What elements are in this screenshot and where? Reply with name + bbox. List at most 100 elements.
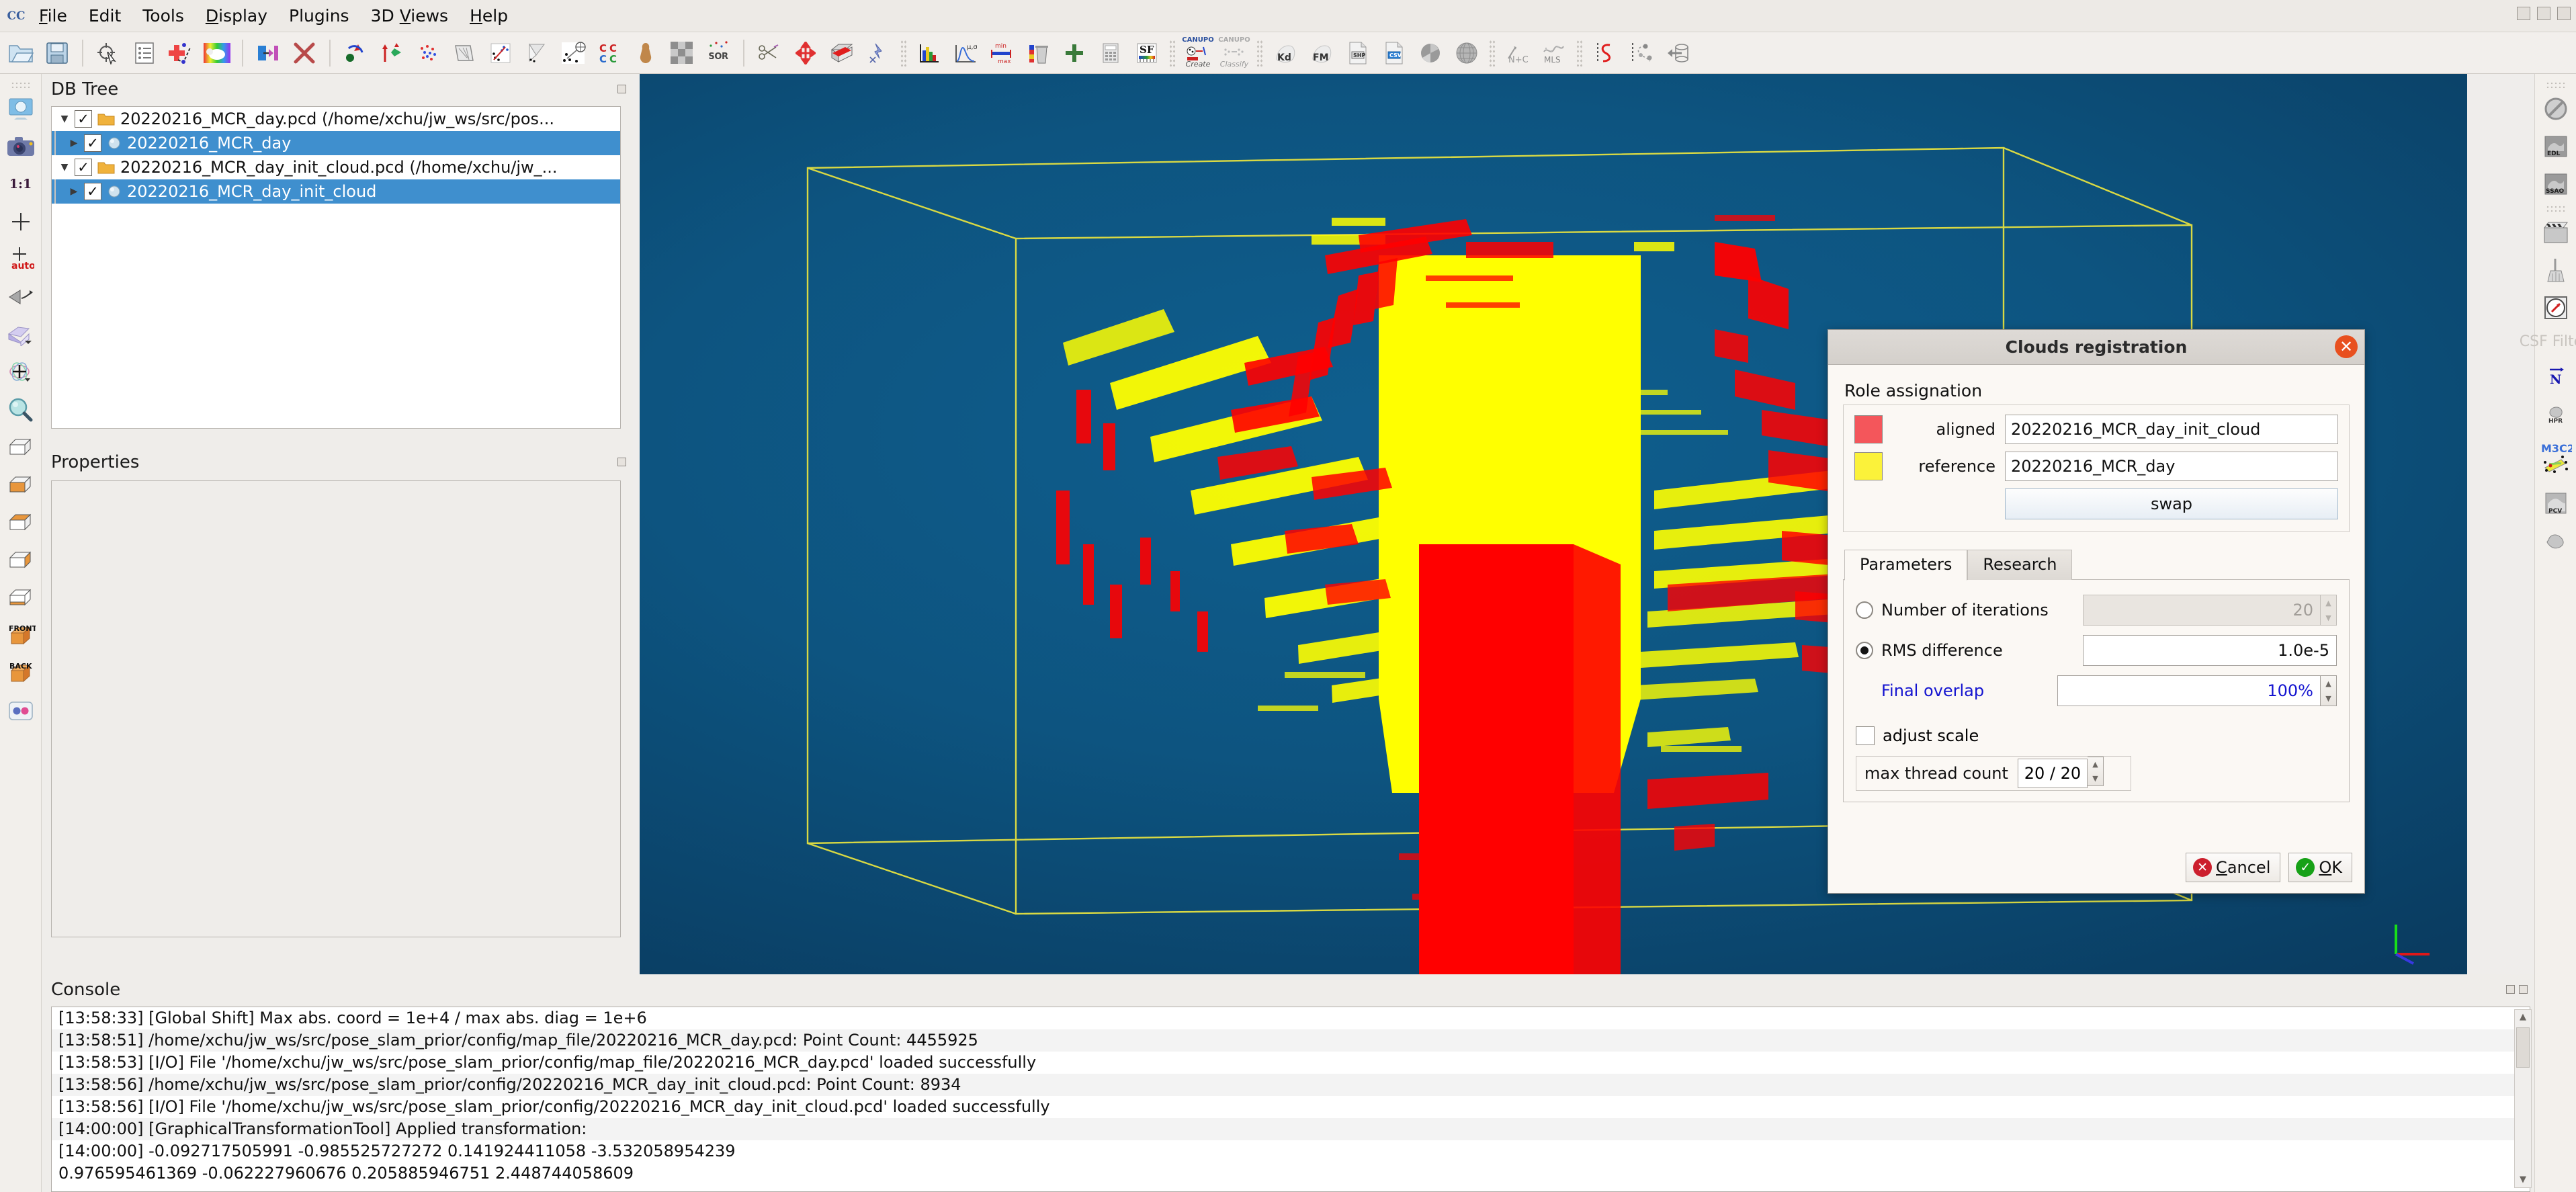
stereo-mode-icon[interactable] [3,692,38,730]
texture-icon[interactable] [665,36,699,70]
expand-arrow-icon[interactable]: ▼ [54,162,75,173]
fm-icon[interactable]: FM [1305,36,1338,70]
visibility-checkbox[interactable]: ✓ [84,183,101,200]
csf-filter-label[interactable]: CSF Filter [2520,333,2576,350]
normals-compute-icon[interactable]: N+C [1501,36,1535,70]
expand-arrow-icon[interactable]: ▶ [64,186,84,197]
swap-button[interactable]: swap [2005,488,2338,519]
aligned-cloud-field[interactable]: 20220216_MCR_day_init_cloud [2005,415,2338,444]
console-scrollbar[interactable]: ▲ ▼ [2514,1009,2532,1188]
subsample-icon[interactable] [753,36,786,70]
move-gizmo-icon[interactable] [3,353,38,391]
menu-item-plugins[interactable]: Plugins [278,4,360,28]
kd-tree-icon[interactable]: Kd [1269,36,1302,70]
broom-plugin-icon[interactable] [2538,251,2573,289]
histogram-icon[interactable] [912,36,946,70]
calculator-icon[interactable] [1094,36,1127,70]
import-icon[interactable] [251,36,285,70]
min-max-icon[interactable]: minmax [985,36,1019,70]
tab-parameters[interactable]: Parameters [1844,550,1967,581]
poisson-recon-icon[interactable] [2538,522,2573,560]
sample-mesh-icon[interactable] [484,36,517,70]
canupo-classify-icon[interactable]: CANUPO Classify [1217,36,1251,70]
menu-item-file[interactable]: File [28,4,78,28]
cylinder-unroll-icon[interactable] [1661,36,1694,70]
zoom-one-to-one-icon[interactable]: 1:1 [3,165,38,203]
pcv-plugin-icon[interactable]: PCV [2538,484,2573,522]
adjust-scale-checkbox[interactable] [1856,726,1875,745]
pie-icon[interactable] [1414,36,1447,70]
ok-button[interactable]: ✓ OK [2288,853,2352,882]
mls-smooth-icon[interactable]: MLS [1537,36,1571,70]
edit-scalar-icon[interactable] [861,36,895,70]
no-shader-icon[interactable] [2538,90,2573,128]
table-row[interactable]: ▶ ✓ 20220216_MCR_day_init_cloud [52,179,620,204]
perspective-toggle-icon[interactable] [3,278,38,316]
gaussian-filter-icon[interactable]: μ,σ [949,36,982,70]
add-point-icon[interactable] [164,36,198,70]
view-front-label-icon[interactable]: FRONT [3,617,38,654]
open-file-icon[interactable] [4,36,38,70]
point-pair-align-icon[interactable] [411,36,445,70]
dock-float-icon[interactable] [2506,985,2515,994]
view-top-icon[interactable] [3,429,38,466]
final-overlap-spinner[interactable]: ▲▼ [2321,675,2337,706]
iterations-radio[interactable] [1856,601,1873,619]
table-row[interactable]: ▼ ✓ 20220216_MCR_day.pcd (/home/xchu/jw_… [52,107,620,131]
menu-item-display[interactable]: Display [195,4,278,28]
properties-list-icon[interactable] [128,36,161,70]
s-curve-icon[interactable] [1588,36,1622,70]
max-thread-count-spinner[interactable]: ▲▼ [2088,757,2104,786]
menu-item-tools[interactable]: Tools [132,4,195,28]
delete-scalar-icon[interactable] [1021,36,1055,70]
clouds-registration-dialog[interactable]: Clouds registration ✕ Role assignation a… [1828,329,2365,894]
tab-research[interactable]: Research [1967,550,2072,580]
mesh-icon[interactable] [447,36,481,70]
compute-distance-icon[interactable] [556,36,590,70]
table-row[interactable]: ▶ ✓ 20220216_MCR_day [52,131,620,155]
rms-radio[interactable] [1856,642,1873,659]
toolbar-grip-icon[interactable] [2546,205,2566,212]
ssao-shader-icon[interactable]: SSAO [2538,165,2573,203]
toolbar-grip-icon[interactable] [2546,81,2566,88]
rms-input[interactable]: 1.0e-5 [2083,635,2337,666]
cc-colors-icon[interactable]: CCCC [593,36,626,70]
close-window-icon[interactable] [2557,7,2571,20]
minimize-icon[interactable] [2517,7,2530,20]
camera-snapshot-icon[interactable] [3,128,38,165]
canupo-create-icon[interactable]: CANUPO Create [1181,36,1215,70]
pivot-center-icon[interactable] [3,203,38,241]
view-mode-icon[interactable] [3,316,38,353]
reference-cloud-field[interactable]: 20220216_MCR_day [2005,452,2338,481]
menu-item-3d-views[interactable]: 3D Views [360,4,459,28]
scalar-field-icon[interactable]: SF [1130,36,1164,70]
north-vector-icon[interactable]: N [2538,357,2573,394]
view-front-cube-icon[interactable] [3,504,38,542]
scroll-down-arrow-icon[interactable]: ▼ [2515,1173,2531,1187]
compass-plugin-icon[interactable] [2538,289,2573,327]
segment-box-icon[interactable] [825,36,859,70]
hpr-plugin-icon[interactable]: HPR [2538,394,2573,432]
toolbar-grip-icon[interactable] [11,81,31,88]
iterations-input[interactable]: 20 [2083,595,2321,626]
dock-float-icon[interactable] [617,458,626,466]
final-overlap-input[interactable]: 100% [2057,675,2321,706]
table-row[interactable]: ▼ ✓ 20220216_MCR_day_init_cloud.pcd (/ho… [52,155,620,179]
m3c2-plugin-icon[interactable]: M3C2 [2538,432,2573,484]
menu-item-help[interactable]: Help [459,4,519,28]
match-bbox-icon[interactable] [375,36,409,70]
animation-plugin-icon[interactable] [2538,214,2573,251]
view-right-cube-icon[interactable] [3,579,38,617]
add-scalar-icon[interactable] [1058,36,1091,70]
dock-float-icon[interactable] [617,85,626,93]
visibility-checkbox[interactable]: ✓ [75,159,92,176]
normals-icon[interactable] [520,36,554,70]
display-settings-icon[interactable] [3,90,38,128]
statue-icon[interactable] [629,36,662,70]
trace-polyline-icon[interactable] [1625,36,1658,70]
csv-export-icon[interactable]: CSV [1377,36,1411,70]
visibility-checkbox[interactable]: ✓ [75,110,92,128]
db-tree-list[interactable]: ▼ ✓ 20220216_MCR_day.pcd (/home/xchu/jw_… [51,106,621,429]
expand-arrow-icon[interactable]: ▶ [64,138,84,148]
zoom-global-icon[interactable] [3,391,38,429]
